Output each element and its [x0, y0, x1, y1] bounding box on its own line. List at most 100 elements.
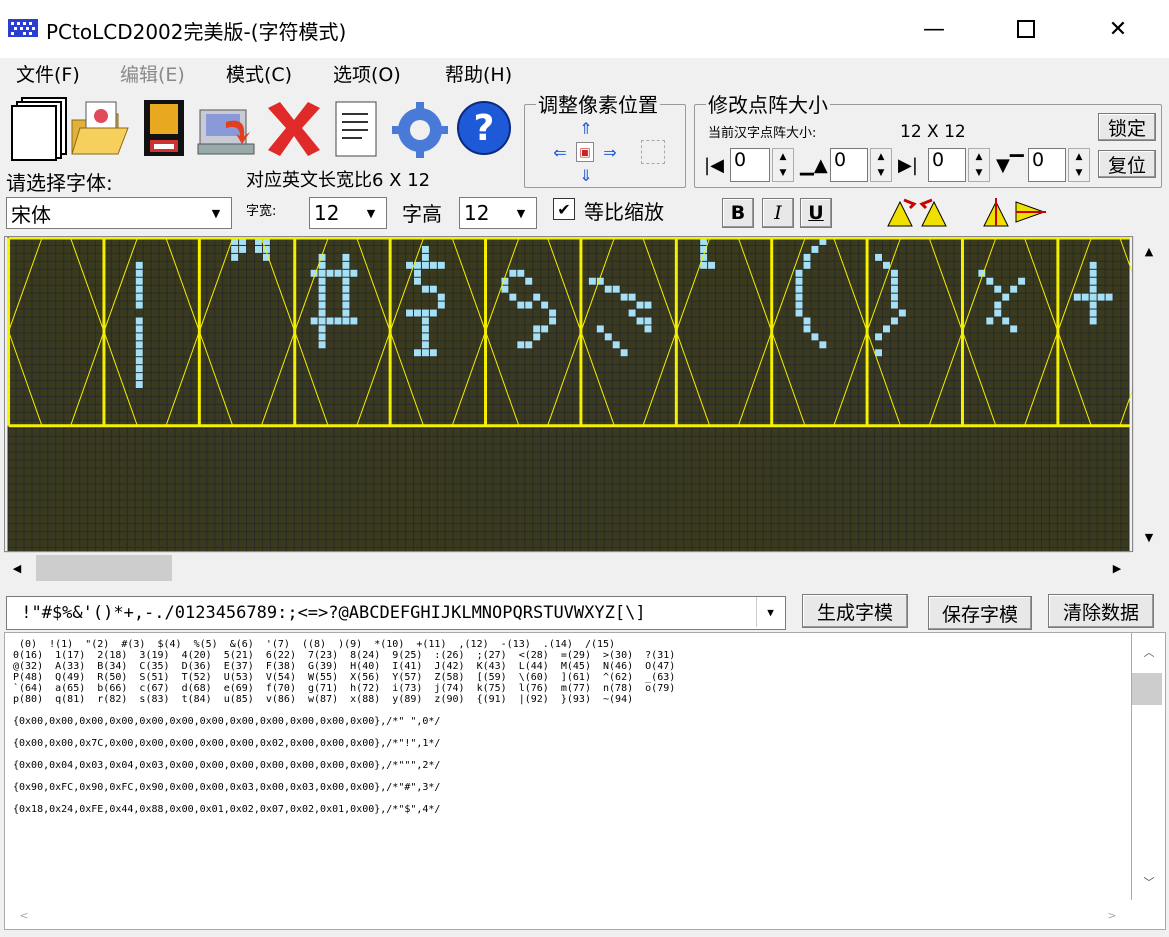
- minimize-button[interactable]: —: [888, 0, 980, 58]
- lit-pixel: [318, 341, 326, 349]
- proportional-label: 等比缩放: [584, 200, 664, 224]
- lit-pixel: [636, 317, 644, 325]
- output-textarea[interactable]: (0) !(1) "(2) #(3) $(4) %(5) &(6) '(7) (…: [4, 632, 1132, 902]
- notepad-button[interactable]: [326, 96, 388, 162]
- clear-data-button[interactable]: 清除数据: [1048, 594, 1154, 628]
- lit-pixel: [239, 245, 247, 253]
- move-down-arrow-icon[interactable]: ⇓: [577, 165, 595, 185]
- grid-vertical-scrollbar[interactable]: ▲ ▼: [1133, 236, 1165, 552]
- lit-pixel: [620, 349, 628, 357]
- scroll-down-icon[interactable]: ﹀: [1136, 869, 1162, 895]
- lit-pixel: [413, 269, 421, 277]
- output-line: @(32) A(33) B(34) C(35) D(36) E(37) F(38…: [13, 661, 676, 672]
- menu-file[interactable]: 文件(F): [16, 60, 80, 87]
- save-font-button[interactable]: 保存字模: [928, 596, 1032, 630]
- lit-pixel: [334, 269, 342, 277]
- top-margin-icon: ▁▲: [800, 154, 828, 176]
- flip-horizontal-button[interactable]: [1014, 196, 1048, 228]
- lit-pixel: [342, 269, 350, 277]
- svg-text:?: ?: [474, 108, 495, 149]
- delete-button[interactable]: [262, 96, 324, 162]
- lit-pixel: [406, 261, 413, 269]
- lit-pixel: [342, 261, 350, 269]
- lit-pixel: [1089, 277, 1097, 285]
- move-up-arrow-icon[interactable]: ⇑: [577, 118, 595, 138]
- lit-pixel: [421, 333, 429, 341]
- menu-mode[interactable]: 模式(C): [226, 60, 292, 87]
- underline-button[interactable]: U: [800, 198, 832, 228]
- lock-button[interactable]: 锁定: [1098, 113, 1156, 141]
- lit-pixel: [429, 309, 437, 317]
- scroll-up-icon[interactable]: ︿: [1136, 639, 1162, 665]
- new-file-button[interactable]: [8, 96, 70, 162]
- lit-pixel: [342, 285, 350, 293]
- generate-font-button[interactable]: 生成字模: [802, 594, 908, 628]
- settings-button[interactable]: [388, 96, 450, 162]
- center-icon[interactable]: ▣: [576, 142, 594, 162]
- lit-pixel: [517, 301, 525, 309]
- pixel-grid-canvas[interactable]: [4, 236, 1133, 552]
- save-to-computer-button[interactable]: [196, 96, 258, 162]
- close-icon: ✕: [1108, 16, 1128, 42]
- right-margin-spinner[interactable]: ▲ ▼: [968, 148, 990, 182]
- left-margin-spinner[interactable]: ▲ ▼: [772, 148, 794, 182]
- move-right-arrow-icon[interactable]: ⇒: [601, 142, 619, 162]
- bottom-margin-spinner[interactable]: ▲ ▼: [1068, 148, 1090, 182]
- lit-pixel: [342, 293, 350, 301]
- flip-vertical-button[interactable]: [980, 196, 1014, 228]
- save-disk-icon: [144, 100, 184, 156]
- proportional-checkbox[interactable]: ✔: [553, 198, 575, 220]
- lit-pixel: [318, 325, 326, 333]
- right-margin-input[interactable]: 0: [928, 148, 966, 182]
- close-button[interactable]: ✕: [1072, 0, 1164, 58]
- lit-pixel: [1002, 317, 1010, 325]
- lit-pixel: [1010, 325, 1018, 333]
- reset-button[interactable]: 复位: [1098, 150, 1156, 178]
- lit-pixel: [1089, 269, 1097, 277]
- rotate-right-button[interactable]: [918, 196, 952, 228]
- adjust-pixel-title: 调整像素位置: [536, 93, 660, 117]
- scroll-right-icon[interactable]: ▶: [1104, 555, 1130, 581]
- font-combobox[interactable]: 宋体 ▼: [6, 197, 232, 229]
- lit-pixel: [803, 253, 811, 261]
- lit-pixel: [644, 325, 652, 333]
- maximize-button[interactable]: [980, 0, 1072, 58]
- char-width-combobox[interactable]: 12 ▼: [309, 197, 387, 229]
- lit-pixel: [612, 285, 620, 293]
- top-margin-spinner[interactable]: ▲ ▼: [870, 148, 892, 182]
- scroll-left-icon[interactable]: ◀: [4, 555, 30, 581]
- rotate-left-button[interactable]: [884, 196, 918, 228]
- top-margin-input[interactable]: 0: [830, 148, 868, 182]
- lit-pixel: [429, 349, 437, 357]
- move-left-arrow-icon[interactable]: ⇐: [551, 142, 569, 162]
- menu-options[interactable]: 选项(O): [333, 60, 401, 87]
- char-height-combobox[interactable]: 12 ▼: [459, 197, 537, 229]
- scroll-down-icon[interactable]: ▼: [1136, 524, 1162, 550]
- characters-input[interactable]: !"#$%&'()*+,-./0123456789:;<=>?@ABCDEFGH…: [6, 596, 786, 630]
- horizontal-scroll-thumb[interactable]: [36, 555, 172, 581]
- help-question-icon: ?: [457, 101, 511, 155]
- open-button[interactable]: [68, 96, 130, 162]
- output-horizontal-scrollbar[interactable]: < >: [4, 900, 1166, 930]
- lit-pixel: [795, 301, 803, 309]
- lit-pixel: [517, 341, 525, 349]
- lit-pixel: [795, 293, 803, 301]
- lit-pixel: [310, 317, 318, 325]
- scroll-right-icon[interactable]: >: [1099, 902, 1125, 928]
- output-vertical-scrollbar[interactable]: ︿ ﹀: [1132, 632, 1166, 902]
- scroll-left-icon[interactable]: <: [11, 902, 37, 928]
- menu-help[interactable]: 帮助(H): [445, 60, 512, 87]
- help-button[interactable]: ?: [454, 96, 516, 162]
- save-button[interactable]: [132, 96, 194, 162]
- lit-pixel: [509, 293, 517, 301]
- bottom-margin-input[interactable]: 0: [1028, 148, 1066, 182]
- lit-pixel: [413, 349, 421, 357]
- left-margin-input[interactable]: 0: [730, 148, 770, 182]
- italic-button[interactable]: I: [762, 198, 794, 228]
- lit-pixel: [803, 261, 811, 269]
- grid-horizontal-scrollbar[interactable]: ◀ ▶: [4, 552, 1131, 582]
- vertical-scroll-thumb[interactable]: [1132, 673, 1162, 705]
- menu-edit[interactable]: 编辑(E): [120, 60, 185, 87]
- bold-button[interactable]: B: [722, 198, 754, 228]
- scroll-up-icon[interactable]: ▲: [1136, 238, 1162, 264]
